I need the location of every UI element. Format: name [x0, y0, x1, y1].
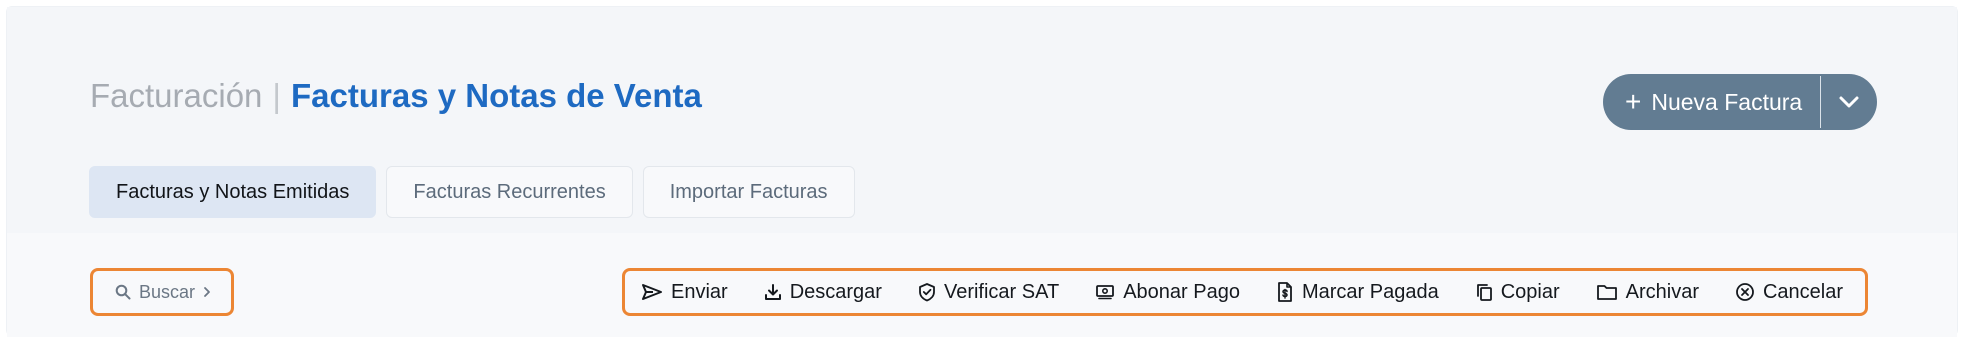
apply-payment-label: Abonar Pago: [1123, 280, 1240, 303]
copy-icon: [1476, 284, 1492, 301]
breadcrumb-section: Facturación: [90, 77, 263, 114]
search-label: Buscar: [139, 281, 196, 302]
new-invoice-button-group: + Nueva Factura: [1603, 74, 1878, 130]
download-button[interactable]: Descargar: [764, 281, 882, 304]
send-icon: [642, 284, 662, 300]
chevron-down-icon: [1839, 96, 1859, 108]
copy-button[interactable]: Copiar: [1475, 281, 1560, 304]
new-invoice-button[interactable]: + Nueva Factura: [1603, 74, 1820, 130]
send-button[interactable]: Enviar: [641, 281, 728, 304]
mark-paid-label: Marcar Pagada: [1301, 280, 1439, 303]
copy-label: Copiar: [1500, 280, 1560, 303]
new-invoice-label: Nueva Factura: [1651, 88, 1803, 115]
cancel-label: Cancelar: [1762, 280, 1844, 303]
payment-icon: [1096, 285, 1115, 300]
tab-importar-facturas[interactable]: Importar Facturas: [642, 166, 855, 218]
document-dollar-icon: [1278, 282, 1292, 302]
tab-facturas-emitidas[interactable]: Facturas y Notas Emitidas: [89, 166, 377, 218]
shield-check-icon: [919, 283, 935, 302]
archive-label: Archivar: [1625, 280, 1699, 303]
search-icon: [115, 284, 131, 300]
search-button[interactable]: Buscar: [90, 268, 234, 316]
folder-icon: [1596, 285, 1617, 300]
tab-bar: Facturas y Notas Emitidas Facturas Recur…: [89, 166, 855, 218]
send-label: Enviar: [671, 280, 728, 303]
verify-sat-button[interactable]: Verificar SAT: [918, 281, 1059, 304]
chevron-right-icon: [204, 287, 210, 297]
breadcrumb-separator: |: [272, 77, 281, 114]
new-invoice-dropdown-button[interactable]: [1821, 74, 1877, 130]
cancel-button[interactable]: Cancelar: [1735, 281, 1843, 304]
plus-icon: +: [1625, 86, 1642, 117]
download-icon: [764, 284, 781, 300]
tab-facturas-recurrentes[interactable]: Facturas Recurrentes: [386, 166, 633, 218]
verify-sat-label: Verificar SAT: [943, 280, 1060, 303]
action-toolbar: Enviar Descargar Verificar SAT Abonar Pa…: [622, 268, 1868, 316]
page-heading: Facturación | Facturas y Notas de Venta: [90, 74, 702, 118]
archive-button[interactable]: Archivar: [1596, 281, 1699, 304]
apply-payment-button[interactable]: Abonar Pago: [1095, 281, 1240, 304]
mark-paid-button[interactable]: Marcar Pagada: [1276, 281, 1439, 304]
cancel-circle-icon: [1736, 283, 1754, 301]
page-title: Facturas y Notas de Venta: [291, 77, 702, 114]
download-label: Descargar: [789, 280, 882, 303]
